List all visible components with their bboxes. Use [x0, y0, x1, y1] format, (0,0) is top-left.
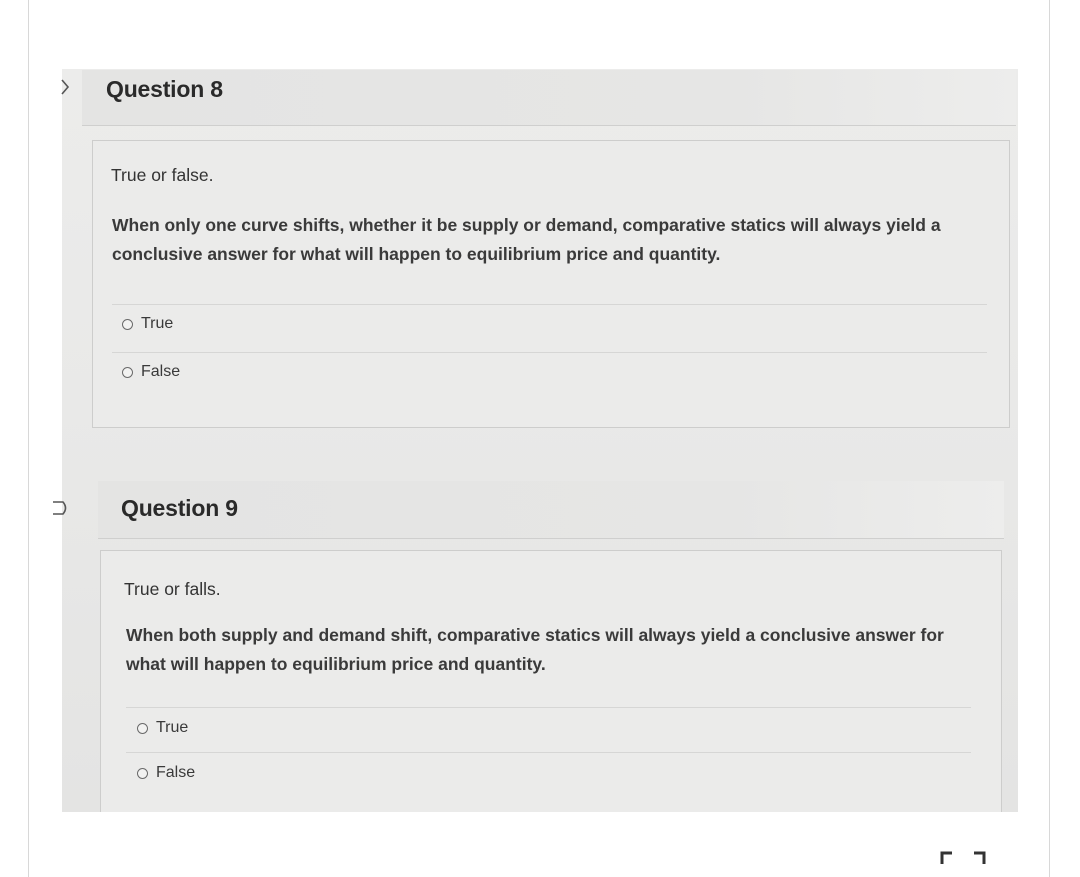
option-label: True	[141, 315, 174, 332]
question-9-text-line-1: When both supply and demand shift, compa…	[126, 625, 944, 645]
question-8-option-true[interactable]: True	[122, 315, 173, 333]
question-9-option-true[interactable]: True	[137, 719, 188, 737]
question-9-title: Question 9	[121, 495, 238, 521]
question-9-text: When both supply and demand shift, compa…	[126, 621, 986, 679]
question-8-text-line-1: When only one curve shifts, whether it b…	[112, 215, 941, 235]
option-divider	[126, 752, 971, 753]
radio-button[interactable]	[122, 318, 133, 330]
option-divider	[112, 304, 987, 305]
option-divider	[112, 352, 987, 353]
question-9-prompt: True or falls.	[124, 579, 221, 599]
radio-button[interactable]	[137, 767, 148, 779]
chevron-right-icon[interactable]	[60, 78, 70, 101]
radio-button[interactable]	[137, 722, 148, 734]
question-8-title: Question 8	[106, 76, 223, 102]
expand-icon[interactable]	[940, 851, 986, 865]
question-8-text-line-2: conclusive answer for what will happen t…	[112, 244, 721, 264]
option-divider	[126, 707, 971, 708]
question-9-text-line-2: what will happen to equilibrium price an…	[126, 654, 546, 674]
option-label: False	[156, 764, 196, 781]
bookmark-flag-icon[interactable]	[52, 500, 70, 521]
question-8-prompt: True or false.	[111, 165, 214, 185]
question-8-body	[92, 140, 1010, 428]
option-label: False	[141, 363, 181, 380]
question-8-text: When only one curve shifts, whether it b…	[112, 211, 992, 269]
question-8-option-false[interactable]: False	[122, 363, 180, 381]
question-9-option-false[interactable]: False	[137, 764, 195, 782]
radio-button[interactable]	[122, 366, 133, 378]
question-9-body	[100, 550, 1002, 812]
option-label: True	[156, 719, 189, 736]
